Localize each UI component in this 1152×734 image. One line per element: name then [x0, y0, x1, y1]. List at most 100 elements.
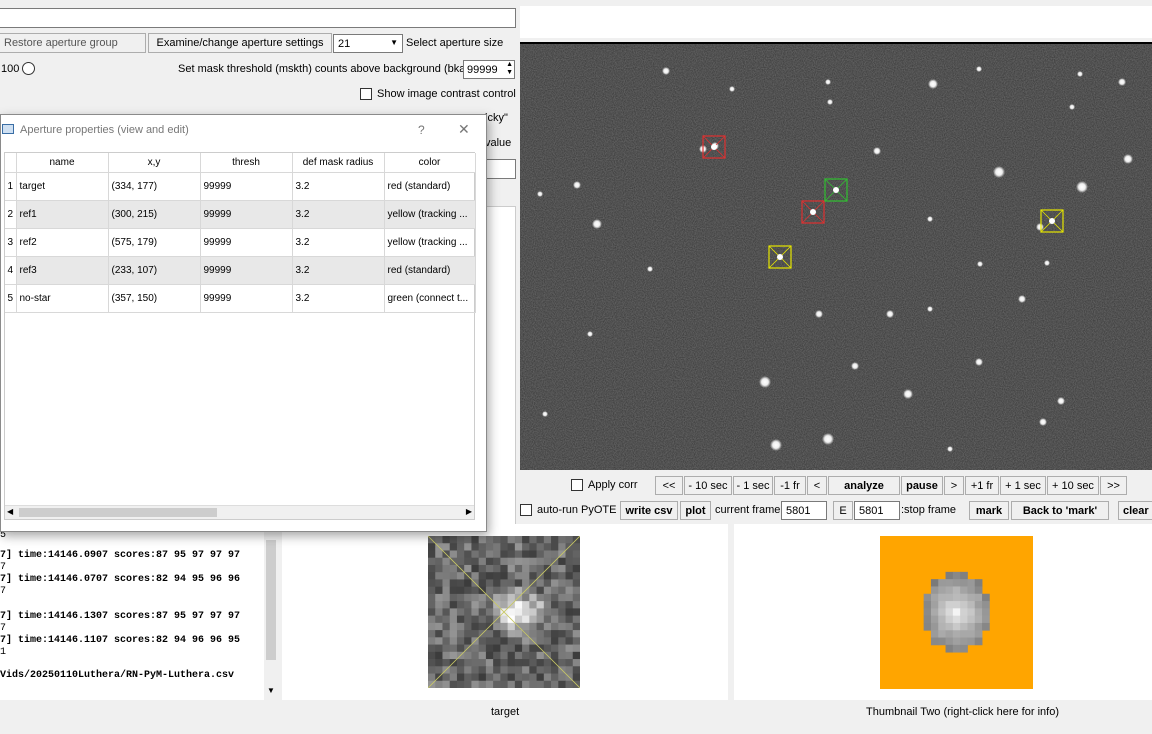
auto-run-pyote-checkbox[interactable] — [520, 504, 532, 516]
table-row[interactable]: 4 ref3 (233, 107) 99999 3.2 red (standar… — [5, 256, 476, 285]
apply-corr-checkbox[interactable] — [571, 479, 583, 491]
horizontal-scrollbar[interactable]: ◀ ▶ — [5, 505, 474, 519]
e-button[interactable]: E — [833, 501, 853, 520]
thresh-cell[interactable]: 99999 — [200, 228, 293, 257]
color-cell[interactable]: yellow (tracking ... — [384, 228, 476, 257]
name-cell[interactable]: ref3 — [16, 256, 109, 285]
plus-1-sec-button[interactable]: + 1 sec — [1000, 476, 1046, 495]
row-number[interactable]: 5 — [5, 284, 17, 313]
plus-10-sec-button[interactable]: + 10 sec — [1047, 476, 1099, 495]
thumb-pixel — [471, 608, 480, 617]
jump-start-button[interactable]: << — [655, 476, 683, 495]
thresh-cell[interactable]: 99999 — [200, 172, 293, 201]
xy-cell[interactable]: (300, 215) — [108, 200, 201, 229]
thumb-pixel — [572, 651, 580, 660]
hidden-field-fragment[interactable] — [485, 159, 516, 179]
thumb-pixel — [572, 564, 580, 573]
close-icon[interactable]: ✕ — [458, 121, 470, 138]
plus-1-frame-button[interactable]: +1 fr — [965, 476, 999, 495]
color-cell[interactable]: yellow (tracking ... — [384, 200, 476, 229]
mark-button[interactable]: mark — [969, 501, 1009, 520]
name-cell[interactable]: no-star — [16, 284, 109, 313]
row-number[interactable]: 1 — [5, 172, 17, 201]
column-header[interactable]: color — [384, 153, 476, 173]
row-number[interactable]: 4 — [5, 256, 17, 285]
help-button[interactable]: ? — [418, 123, 425, 137]
xy-cell[interactable]: (575, 179) — [108, 228, 201, 257]
write-csv-button[interactable]: write csv — [620, 501, 678, 520]
stop-frame-field[interactable]: 5801 — [854, 501, 900, 520]
radius-cell[interactable]: 3.2 — [292, 172, 385, 201]
aperture-table[interactable]: name x,y thresh def mask radius color 1 … — [5, 153, 476, 313]
restore-aperture-group-button[interactable]: Restore aperture group — [0, 33, 146, 53]
minus-10-sec-button[interactable]: - 10 sec — [684, 476, 732, 495]
radio-button[interactable] — [22, 62, 35, 75]
log-scroll-thumb[interactable] — [266, 540, 276, 660]
examine-aperture-settings-button[interactable]: Examine/change aperture settings — [148, 33, 332, 53]
spin-arrows-icon[interactable]: ▲ ▼ — [506, 61, 513, 77]
pause-button[interactable]: pause — [901, 476, 943, 495]
thumb-pixel — [500, 637, 509, 646]
scroll-right-icon[interactable]: ▶ — [466, 507, 472, 516]
radius-cell[interactable]: 3.2 — [292, 284, 385, 313]
thresh-cell[interactable]: 99999 — [200, 256, 293, 285]
log-panel[interactable]: 5 7] time:14146.0907 scores:87 95 97 97 … — [0, 530, 278, 700]
plot-button[interactable]: plot — [680, 501, 711, 520]
thresh-cell[interactable]: 99999 — [200, 284, 293, 313]
row-number[interactable]: 3 — [5, 228, 17, 257]
column-header[interactable]: x,y — [108, 153, 201, 173]
thumb-pixel — [493, 651, 501, 660]
table-row[interactable]: 5 no-star (357, 150) 99999 3.2 green (co… — [5, 284, 476, 313]
thresh-cell[interactable]: 99999 — [200, 200, 293, 229]
mask-threshold-spinbox[interactable]: 99999 ▲ ▼ — [463, 60, 515, 79]
color-cell[interactable]: red (standard) — [384, 172, 476, 201]
log-scrollbar[interactable]: ▼ — [264, 530, 278, 700]
thumb-pixel — [428, 572, 436, 580]
table-row[interactable]: 3 ref2 (575, 179) 99999 3.2 yellow (trac… — [5, 228, 476, 257]
name-cell[interactable]: ref1 — [16, 200, 109, 229]
minus-1-frame-button[interactable]: -1 fr — [774, 476, 806, 495]
column-header[interactable]: thresh — [200, 153, 293, 173]
aperture-size-select[interactable]: 21 ▼ — [333, 34, 403, 53]
thumb-pixel — [543, 601, 552, 609]
thumbnail-one-image[interactable] — [428, 536, 580, 688]
current-frame-field[interactable]: 5801 — [781, 501, 827, 520]
back-to-mark-button[interactable]: Back to 'mark' — [1011, 501, 1109, 520]
dialog-titlebar[interactable]: Aperture properties (view and edit) ? ✕ — [1, 115, 486, 145]
minus-1-sec-button[interactable]: - 1 sec — [733, 476, 773, 495]
next-button[interactable]: > — [944, 476, 964, 495]
jump-end-button[interactable]: >> — [1100, 476, 1127, 495]
xy-cell[interactable]: (334, 177) — [108, 172, 201, 201]
corner-cell[interactable] — [5, 153, 17, 173]
thumb-pixel — [514, 651, 523, 660]
thumb-two-pixel — [982, 622, 990, 631]
analyze-button[interactable]: analyze — [828, 476, 900, 495]
previous-button[interactable]: < — [807, 476, 827, 495]
radius-cell[interactable]: 3.2 — [292, 200, 385, 229]
thumb-pixel — [471, 622, 480, 631]
xy-cell[interactable]: (233, 107) — [108, 256, 201, 285]
color-cell[interactable]: red (standard) — [384, 256, 476, 285]
radius-cell[interactable]: 3.2 — [292, 256, 385, 285]
color-cell[interactable]: green (connect t... — [384, 284, 476, 313]
table-row[interactable]: 2 ref1 (300, 215) 99999 3.2 yellow (trac… — [5, 200, 476, 229]
scroll-left-icon[interactable]: ◀ — [7, 507, 13, 516]
aperture-properties-dialog[interactable]: Aperture properties (view and edit) ? ✕ … — [0, 114, 487, 532]
table-row[interactable]: 1 target (334, 177) 99999 3.2 red (stand… — [5, 172, 476, 201]
name-cell[interactable]: ref2 — [16, 228, 109, 257]
thumb-pixel — [543, 536, 552, 544]
row-number[interactable]: 2 — [5, 200, 17, 229]
thumb-pixel — [442, 615, 451, 624]
clear-button[interactable]: clear c — [1118, 501, 1152, 520]
column-header[interactable]: name — [16, 153, 109, 173]
name-cell[interactable]: target — [16, 172, 109, 201]
scroll-down-icon[interactable]: ▼ — [267, 686, 275, 695]
thumbnail-two-image[interactable] — [880, 536, 1033, 689]
xy-cell[interactable]: (357, 150) — [108, 284, 201, 313]
radius-cell[interactable]: 3.2 — [292, 228, 385, 257]
horizontal-scroll-thumb[interactable] — [19, 508, 217, 517]
show-contrast-checkbox[interactable] — [360, 88, 372, 100]
column-header[interactable]: def mask radius — [292, 153, 385, 173]
top-text-field[interactable] — [0, 8, 516, 28]
star-field-image[interactable] — [520, 42, 1152, 470]
